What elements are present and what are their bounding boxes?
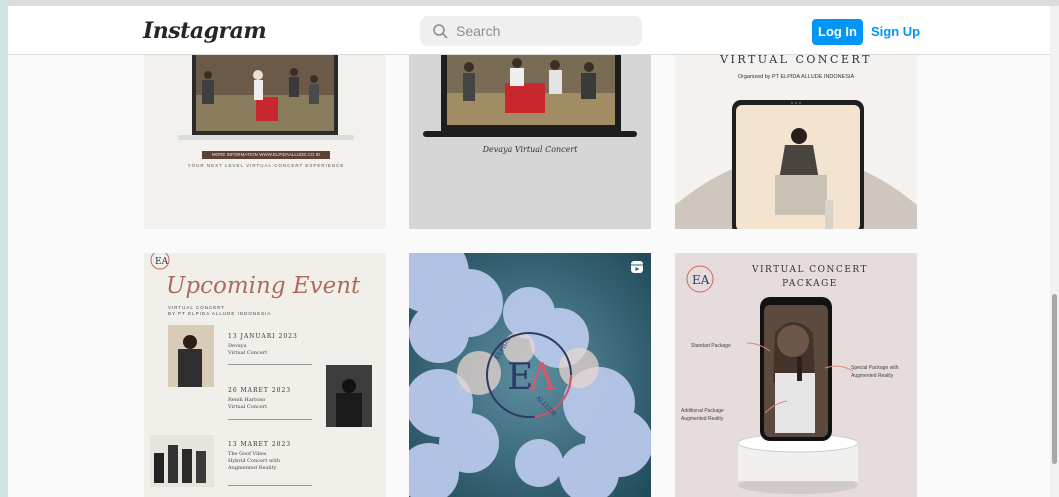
- post-tile-virtual-concert-package[interactable]: EA VIRTUAL CONCERT PACKAGE Standart Pack…: [675, 253, 917, 497]
- divider: [228, 364, 312, 365]
- login-button[interactable]: Log In: [812, 19, 863, 45]
- event-date: 13 JANUARI 2023: [228, 333, 298, 340]
- search-box[interactable]: [420, 16, 642, 46]
- post-title: Upcoming Event: [166, 273, 361, 299]
- additional-package-label-2: Augmented Reality: [681, 416, 724, 422]
- search-input[interactable]: [456, 16, 636, 46]
- svg-text:Λ: Λ: [528, 357, 556, 398]
- instagram-logo[interactable]: Instagram: [143, 18, 267, 44]
- post-tile-virtual-concert-laptop[interactable]: MORE INFORMATION WWW.ELPIDAALLUDE.CO.ID …: [144, 55, 386, 229]
- window-left-edge: [0, 0, 8, 497]
- search-icon: [433, 24, 448, 39]
- laptop-illustration: [423, 55, 637, 137]
- event-name: Rendi Hartono: [228, 397, 266, 403]
- additional-package-label-1: Additional Package: [681, 408, 724, 414]
- signup-link[interactable]: Sign Up: [871, 19, 920, 45]
- tablet-illustration: [675, 100, 917, 229]
- post-tile-upcoming-event[interactable]: EA Upcoming Event VIRTUAL CONCERT BY PT …: [144, 253, 386, 497]
- post-subtitle-org: BY PT ELPIDA ALLUDE INDONESIA: [168, 311, 272, 316]
- scrollbar-thumb[interactable]: [1052, 294, 1057, 464]
- post-tile-virtual-concert-tablet[interactable]: VIRTUAL CONCERT Organized by PT ELPIDA A…: [675, 55, 917, 229]
- ea-logo-icon: EA: [150, 253, 170, 270]
- event-photo-1: [168, 325, 214, 387]
- svg-text:EA: EA: [155, 257, 169, 267]
- laptop-illustration: [178, 55, 354, 140]
- special-package-label-1: Special Package with: [851, 365, 899, 371]
- divider: [228, 419, 312, 420]
- tagline: YOUR NEXT LEVEL VIRTUAL CONCERT EXPERIEN…: [187, 163, 345, 168]
- event-type-extra: Augmented Reality: [228, 465, 277, 471]
- special-package-label-2: Augmented Reality: [851, 373, 894, 379]
- post-tile-ea-logo-reel[interactable]: E Λ ELPIDA ALLUDE: [409, 253, 651, 497]
- top-navbar: Instagram Log In Sign Up: [8, 6, 1050, 55]
- event-photo-3: [150, 435, 214, 487]
- post-tile-devaya-virtual-concert[interactable]: Devaya Virtual Concert: [409, 55, 651, 229]
- event-type: Hybrid Concert with: [228, 458, 281, 464]
- reel-icon: [631, 261, 643, 273]
- banner-more-information: MORE INFORMATION WWW.ELPIDAALLUDE.CO.ID: [202, 151, 330, 159]
- event-name: The Goof Vibes: [228, 451, 267, 457]
- event-date: 13 MARET 2023: [228, 441, 292, 448]
- divider: [228, 485, 312, 486]
- event-type: Virtual Concert: [228, 350, 268, 356]
- event-date: 26 MARET 2023: [228, 387, 292, 394]
- event-photo-2: [326, 365, 372, 427]
- event-type: Virtual Concert: [228, 404, 268, 410]
- post-subtitle: VIRTUAL CONCERT: [168, 305, 226, 310]
- event-name: Devaya: [228, 343, 247, 349]
- post-caption: Devaya Virtual Concert: [482, 145, 578, 154]
- standard-package-label: Standart Package: [691, 343, 731, 349]
- ea-brand-artwork: E Λ: [409, 253, 651, 497]
- page-scrollbar[interactable]: [1050, 6, 1059, 497]
